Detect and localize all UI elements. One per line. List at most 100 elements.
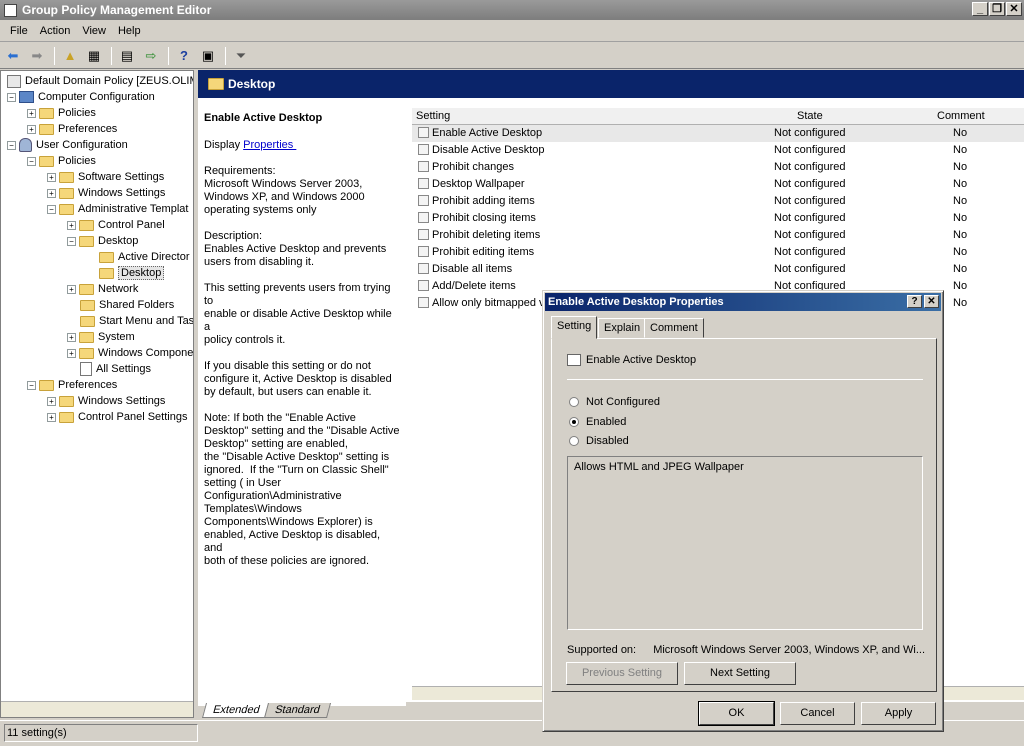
policy-setting-icon — [567, 354, 581, 366]
tab-explain[interactable]: Explain — [598, 318, 647, 338]
collapse-icon[interactable]: − — [27, 380, 36, 390]
radio-button-selected[interactable] — [569, 417, 579, 427]
menu-action[interactable]: Action — [34, 25, 77, 37]
back-icon[interactable]: ⬅ — [2, 46, 24, 66]
radio-enabled[interactable]: Enabled — [569, 416, 626, 428]
tree-pref-windows-settings[interactable]: + Windows Settings — [47, 393, 165, 409]
tree-control-panel[interactable]: + Control Panel — [67, 217, 165, 233]
collapse-icon[interactable]: − — [67, 236, 76, 246]
tree-desktop[interactable]: − Desktop — [67, 233, 138, 249]
setting-name-cell: Prohibit deleting items — [432, 229, 541, 241]
expand-icon[interactable]: + — [67, 220, 76, 230]
toolbar-separator — [111, 46, 112, 65]
up-folder-icon[interactable]: ▲ — [59, 46, 81, 66]
tree-root[interactable]: Default Domain Policy [ZEUS.OLIMP — [7, 73, 193, 89]
apply-button[interactable]: Apply — [861, 702, 936, 725]
radio-button[interactable] — [569, 397, 579, 407]
tree-computer-configuration[interactable]: − Computer Configuration — [7, 89, 155, 105]
close-button[interactable]: ✕ — [1006, 2, 1022, 16]
export-list-icon[interactable]: ⇨ — [140, 46, 162, 66]
tree-network[interactable]: + Network — [67, 281, 138, 297]
table-row[interactable]: Prohibit deleting items Not configured No — [412, 227, 1024, 244]
comment-cell: No — [953, 229, 968, 241]
radio-button[interactable] — [569, 436, 579, 446]
radio-disabled[interactable]: Disabled — [569, 435, 629, 447]
tree-uc-preferences[interactable]: − Preferences — [27, 377, 117, 393]
show-hide-tree-icon[interactable]: ▦ — [83, 46, 105, 66]
tree-active-directory[interactable]: Active Director — [99, 249, 190, 265]
expand-icon[interactable]: + — [47, 412, 56, 422]
folder-icon — [79, 235, 94, 247]
tree-windows-components[interactable]: + Windows Compone — [67, 345, 193, 361]
column-setting[interactable]: Setting — [416, 110, 450, 122]
tree-uc-policies[interactable]: − Policies — [27, 153, 96, 169]
setting-name-cell: Allow only bitmapped v — [432, 297, 545, 309]
previous-setting-button[interactable]: Previous Setting — [566, 662, 678, 685]
table-row[interactable]: Prohibit adding items Not configured No — [412, 193, 1024, 210]
menu-view[interactable]: View — [76, 25, 112, 37]
restore-button[interactable]: ❐ — [989, 2, 1005, 16]
collapse-icon[interactable]: − — [27, 156, 36, 166]
tree-administrative-templates[interactable]: − Administrative Templat — [47, 201, 188, 217]
ok-button[interactable]: OK — [698, 701, 775, 726]
table-row[interactable]: Disable Active Desktop Not configured No — [412, 142, 1024, 159]
table-row[interactable]: Enable Active Desktop Not configured No — [412, 125, 1024, 142]
tab-extended[interactable]: Extended — [201, 703, 271, 718]
tree-cc-policies[interactable]: + Policies — [27, 105, 96, 121]
tree-software-settings[interactable]: + Software Settings — [47, 169, 164, 185]
table-row[interactable]: Disable all items Not configured No — [412, 261, 1024, 278]
tab-standard[interactable]: Standard — [263, 703, 331, 718]
tree-all-settings[interactable]: All Settings — [80, 361, 151, 377]
column-state[interactable]: State — [797, 110, 823, 122]
menu-file[interactable]: File — [4, 25, 34, 37]
properties-link[interactable]: Properties — [243, 139, 296, 151]
tree-desktop-selected[interactable]: Desktop — [99, 265, 165, 281]
all-settings-icon — [80, 362, 92, 376]
description-title: Enable Active Desktop — [204, 112, 323, 124]
comment-box[interactable]: Allows HTML and JPEG Wallpaper — [567, 456, 923, 630]
cancel-button[interactable]: Cancel — [780, 702, 855, 725]
column-comment[interactable]: Comment — [937, 110, 985, 122]
tab-setting[interactable]: Setting — [551, 316, 598, 339]
dialog-close-button[interactable]: ✕ — [924, 295, 939, 308]
folder-icon — [59, 395, 74, 407]
collapse-icon[interactable]: − — [7, 92, 16, 102]
gpo-icon — [7, 74, 21, 88]
expand-icon[interactable]: + — [47, 396, 56, 406]
expand-icon[interactable]: + — [27, 108, 36, 118]
tree-windows-settings[interactable]: + Windows Settings — [47, 185, 165, 201]
details-header: Desktop — [198, 70, 1024, 98]
expand-icon[interactable]: + — [27, 124, 36, 134]
properties-icon[interactable]: ▤ — [116, 46, 138, 66]
help-button[interactable]: ? — [907, 295, 922, 308]
next-setting-button[interactable]: Next Setting — [684, 662, 796, 685]
expand-icon[interactable]: + — [67, 284, 76, 294]
collapse-icon[interactable]: − — [7, 140, 16, 150]
table-row[interactable]: Prohibit editing items Not configured No — [412, 244, 1024, 261]
collapse-icon[interactable]: − — [47, 204, 56, 214]
forward-icon[interactable]: ➡ — [26, 46, 48, 66]
view-icon[interactable]: ▣ — [197, 46, 219, 66]
menu-help[interactable]: Help — [112, 25, 147, 37]
folder-open-icon — [99, 267, 114, 279]
tab-comment[interactable]: Comment — [644, 318, 704, 338]
table-row[interactable]: Prohibit closing items Not configured No — [412, 210, 1024, 227]
tree-start-menu[interactable]: Start Menu and Tas — [80, 313, 193, 329]
tree-pref-control-panel-settings[interactable]: + Control Panel Settings — [47, 409, 187, 425]
table-row[interactable]: Desktop Wallpaper Not configured No — [412, 176, 1024, 193]
tree-horizontal-scrollbar[interactable] — [1, 701, 193, 717]
expand-icon[interactable]: + — [47, 172, 56, 182]
tree-shared-folders[interactable]: Shared Folders — [80, 297, 174, 313]
help-icon[interactable]: ? — [173, 46, 195, 66]
expand-icon[interactable]: + — [67, 348, 76, 358]
comment-cell: No — [953, 246, 968, 258]
table-row[interactable]: Prohibit changes Not configured No — [412, 159, 1024, 176]
tree-cc-preferences[interactable]: + Preferences — [27, 121, 117, 137]
expand-icon[interactable]: + — [47, 188, 56, 198]
filter-icon[interactable]: ⏷ — [230, 46, 252, 66]
radio-not-configured[interactable]: Not Configured — [569, 396, 660, 408]
minimize-button[interactable]: _ — [972, 2, 988, 16]
expand-icon[interactable]: + — [67, 332, 76, 342]
tree-user-configuration[interactable]: − User Configuration — [7, 137, 128, 153]
tree-system[interactable]: + System — [67, 329, 135, 345]
